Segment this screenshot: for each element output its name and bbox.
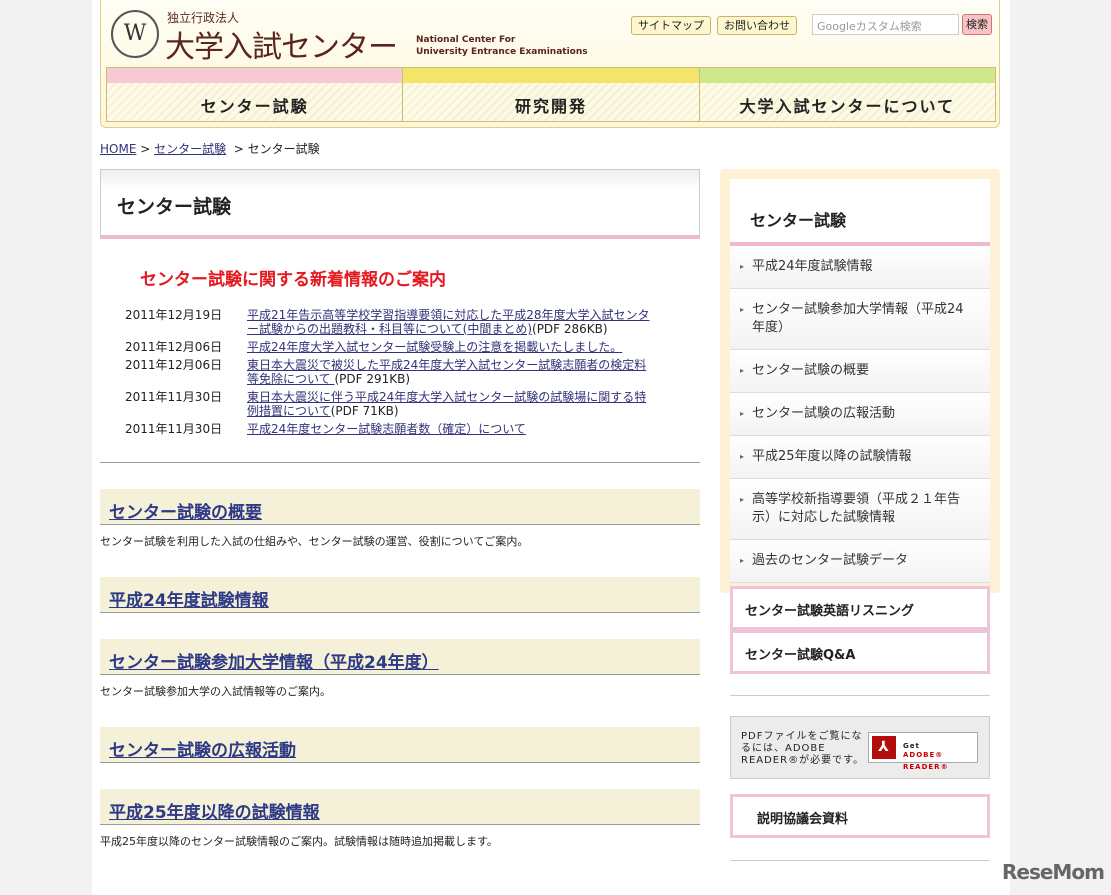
logo-emblem-icon[interactable]: W: [111, 10, 159, 58]
logo-english-line1: National Center For: [416, 35, 516, 45]
divider: [100, 462, 700, 463]
news-note: (PDF 291KB): [334, 372, 411, 386]
sidebar-menu: センター試験 平成24年度試験情報 センター試験参加大学情報（平成24年度） セ…: [720, 169, 1000, 593]
sidebar-item[interactable]: 過去のセンター試験データ: [730, 540, 990, 583]
news-item: 2011年11月30日 東日本大震災に伴う平成24年度大学入試センター試験の試験場…: [125, 390, 700, 418]
section-desc: 平成25年度以降のセンター試験情報のご案内。試験情報は随時追加掲載します。: [100, 835, 498, 848]
site-header: W 独立行政法人 大学入試センター National Center For Uni…: [100, 0, 1000, 128]
breadcrumb-sep: >: [229, 142, 248, 156]
news-date: 2011年12月06日: [125, 358, 223, 372]
breadcrumb-home[interactable]: HOME: [100, 142, 136, 156]
news-date: 2011年12月19日: [125, 308, 223, 322]
sidebar-item[interactable]: 高等学校新指導要領（平成２１年告示）に対応した試験情報: [730, 479, 990, 540]
news-link[interactable]: 平成24年度大学入試センター試験受験上の注意を掲載いたしました。: [247, 340, 622, 354]
news-list: 2011年12月19日 平成21年告示高等学校学習指導要領に対応した平成28年度大…: [125, 308, 700, 436]
main-nav: センター試験 研究開発 大学入試センターについて: [106, 67, 996, 122]
briefing-materials-link[interactable]: 説明協議会資料: [730, 794, 990, 838]
news-note: (PDF 286KB): [532, 322, 608, 336]
section-heading: センター試験の広報活動: [100, 727, 700, 763]
pdf-notice: PDFファイルをご覧になるには、ADOBE READER®が必要です。 ⅄ Ge…: [730, 716, 990, 779]
nav-about[interactable]: 大学入試センターについて: [699, 68, 995, 121]
logo-english-line2: University Entrance Examinations: [416, 47, 588, 57]
breadcrumb: HOME > センター試験 > センター試験: [100, 140, 320, 157]
sidebar-title: センター試験: [730, 179, 990, 246]
logo-title[interactable]: 大学入試センター: [165, 22, 398, 66]
news-item: 2011年12月06日 平成24年度大学入試センター試験受験上の注意を掲載いたしま…: [125, 340, 700, 354]
news-date: 2011年11月30日: [125, 390, 223, 404]
news-date: 2011年11月30日: [125, 422, 223, 436]
qa-link[interactable]: センター試験Q&A: [730, 630, 990, 674]
nav-label: センター試験: [200, 97, 309, 116]
sidebar-item[interactable]: センター試験の広報活動: [730, 393, 990, 436]
breadcrumb-parent[interactable]: センター試験: [154, 142, 226, 156]
adobe-pdf-icon: ⅄: [872, 736, 896, 759]
main-content: センター試験 センター試験に関する新着情報のご案内 2011年12月19日 平成2…: [100, 169, 700, 849]
sidebar-item[interactable]: センター試験の概要: [730, 350, 990, 393]
section-link[interactable]: センター試験の概要: [109, 503, 262, 523]
divider: [730, 860, 990, 861]
section-link[interactable]: センター試験参加大学情報（平成24年度）: [109, 653, 439, 673]
news-link[interactable]: 平成24年度センター試験志願者数（確定）について: [247, 422, 526, 436]
contact-button[interactable]: お問い合わせ: [717, 16, 797, 35]
adobe-reader: ADOBE® READER®: [903, 751, 949, 771]
nav-label: 大学入試センターについて: [739, 97, 956, 116]
section-desc: センター試験を利用した入試の仕組みや、センター試験の運営、役割についてご案内。: [100, 535, 529, 548]
section-heading: センター試験の概要: [100, 489, 700, 525]
logo-english: National Center For University Entrance E…: [416, 34, 588, 58]
breadcrumb-sep: >: [136, 142, 155, 156]
section-heading: 平成24年度試験情報: [100, 577, 700, 613]
sidebar-item[interactable]: センター試験参加大学情報（平成24年度）: [730, 289, 990, 350]
news-item: 2011年11月30日 平成24年度センター試験志願者数（確定）について: [125, 422, 700, 436]
news-item: 2011年12月06日 東日本大震災で被災した平成24年度大学入試センター試験志願…: [125, 358, 700, 386]
section-link[interactable]: 平成25年度以降の試験情報: [109, 803, 320, 823]
listening-link[interactable]: センター試験英語リスニング: [730, 586, 990, 630]
section-desc: センター試験参加大学の入試情報等のご案内。: [100, 685, 331, 698]
sitemap-button[interactable]: サイトマップ: [631, 16, 711, 35]
news-date: 2011年12月06日: [125, 340, 223, 354]
nav-center-exam[interactable]: センター試験: [107, 68, 404, 121]
divider: [730, 695, 990, 696]
news-link[interactable]: 東日本大震災に伴う平成24年度大学入試センター試験の試験場に関する特例措置につい…: [247, 390, 646, 418]
news-heading: センター試験に関する新着情報のご案内: [140, 270, 446, 290]
breadcrumb-current: センター試験: [247, 142, 320, 156]
section-link[interactable]: 平成24年度試験情報: [109, 591, 269, 611]
search-input[interactable]: Googleカスタム検索: [812, 14, 959, 35]
nav-label: 研究開発: [514, 97, 587, 116]
sidebar-item[interactable]: 平成24年度試験情報: [730, 246, 990, 289]
watermark-logo: ReseMom: [1002, 860, 1105, 884]
section-heading: 平成25年度以降の試験情報: [100, 789, 700, 825]
sidebar-item[interactable]: 平成25年度以降の試験情報: [730, 436, 990, 479]
get-adobe-reader-button[interactable]: ⅄ Get ADOBE® READER®: [868, 732, 978, 771]
news-item: 2011年12月19日 平成21年告示高等学校学習指導要領に対応した平成28年度大…: [125, 308, 700, 336]
section-link[interactable]: センター試験の広報活動: [109, 741, 296, 761]
search-button[interactable]: 検索: [962, 14, 992, 35]
page-title: センター試験: [100, 169, 700, 239]
news-link[interactable]: 東日本大震災で被災した平成24年度大学入試センター試験志願者の検定料等免除につい…: [247, 358, 646, 386]
pdf-note-text: PDFファイルをご覧になるには、ADOBE READER®が必要です。: [741, 731, 865, 766]
section-heading: センター試験参加大学情報（平成24年度）: [100, 639, 700, 675]
news-note: (PDF 71KB): [330, 404, 399, 418]
